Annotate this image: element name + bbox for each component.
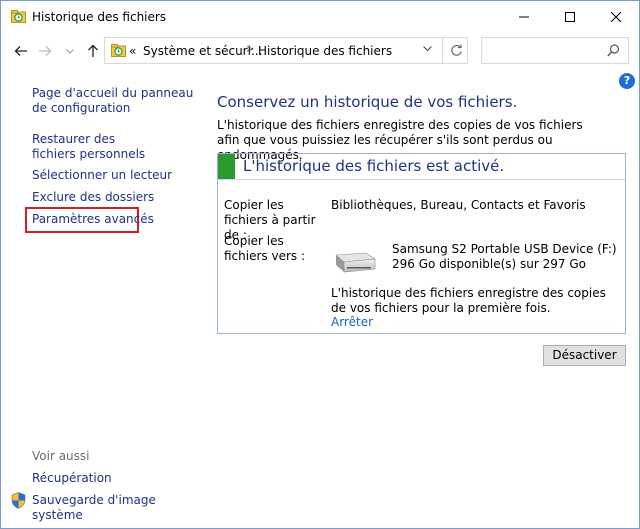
recovery-link[interactable]: Récupération xyxy=(32,471,112,486)
exclude-folders-link[interactable]: Exclure des dossiers xyxy=(32,190,154,205)
status-header: L'historique des fichiers est activé. xyxy=(218,154,625,180)
back-button[interactable] xyxy=(11,41,31,61)
first-copy-info: L'historique des fichiers enregistre des… xyxy=(331,286,606,315)
status-indicator xyxy=(218,154,235,179)
file-history-app-icon xyxy=(11,10,26,23)
breadcrumb-separator-icon[interactable]: > xyxy=(246,44,254,55)
title-bar: Historique des fichiers xyxy=(1,1,639,33)
breadcrumb-system-security[interactable]: Système et sécuri... xyxy=(143,44,262,58)
breadcrumb-overflow[interactable]: « xyxy=(129,44,136,58)
status-text: L'historique des fichiers est activé. xyxy=(243,157,505,175)
file-history-window: Historique des fichiers « Système et séc… xyxy=(0,0,640,529)
restore-personal-files-link[interactable]: Restaurer des fichiers personnels xyxy=(32,132,162,162)
page-title: Conservez un historique de vos fichiers. xyxy=(217,93,518,111)
search-box[interactable] xyxy=(481,37,629,64)
refresh-button[interactable] xyxy=(442,38,469,63)
up-arrow-icon xyxy=(88,44,98,57)
forward-arrow-icon xyxy=(39,46,52,56)
close-button[interactable] xyxy=(593,1,639,33)
help-icon[interactable]: ? xyxy=(619,73,635,89)
left-navigation-pane: Page d'accueil du panneau de configurati… xyxy=(1,71,206,526)
minimize-icon xyxy=(519,16,529,18)
copy-to-label: Copier les fichiers vers : xyxy=(224,234,306,263)
deactivate-button[interactable]: Désactiver xyxy=(543,345,626,366)
advanced-settings-link[interactable]: Paramètres avancés xyxy=(32,212,154,227)
maximize-icon xyxy=(565,12,575,22)
file-history-small-icon xyxy=(111,44,126,57)
stop-link[interactable]: Arrêter xyxy=(331,315,373,329)
recent-locations-button[interactable] xyxy=(63,41,77,61)
file-history-status-panel: L'historique des fichiers est activé. Co… xyxy=(217,153,626,334)
external-drive-icon xyxy=(335,252,376,273)
uac-shield-icon xyxy=(11,492,26,509)
breadcrumb-file-history[interactable]: Historique des fichiers xyxy=(258,44,392,58)
back-arrow-icon xyxy=(14,46,27,56)
forward-button[interactable] xyxy=(35,41,55,61)
copy-from-value: Bibliothèques, Bureau, Contacts et Favor… xyxy=(331,198,586,212)
up-button[interactable] xyxy=(83,41,103,61)
close-icon xyxy=(611,12,621,22)
drive-free-space: 296 Go disponible(s) sur 297 Go xyxy=(392,257,587,271)
select-drive-link[interactable]: Sélectionner un lecteur xyxy=(32,168,172,183)
minimize-button[interactable] xyxy=(501,1,547,33)
see-also-heading: Voir aussi xyxy=(32,449,90,463)
window-title: Historique des fichiers xyxy=(32,10,167,24)
address-bar[interactable]: « Système et sécuri... > Historique des … xyxy=(104,37,468,64)
maximize-button[interactable] xyxy=(547,1,593,33)
address-dropdown-icon[interactable] xyxy=(423,46,432,52)
control-panel-home-link[interactable]: Page d'accueil du panneau de configurati… xyxy=(32,86,197,116)
system-image-backup-link[interactable]: Sauvegarde d'image système xyxy=(32,493,206,523)
drive-name: Samsung S2 Portable USB Device (F:) xyxy=(392,242,617,256)
chevron-down-icon xyxy=(66,48,74,54)
refresh-icon xyxy=(450,44,462,56)
search-icon[interactable] xyxy=(607,44,620,57)
navigation-bar: « Système et sécuri... > Historique des … xyxy=(1,35,639,67)
